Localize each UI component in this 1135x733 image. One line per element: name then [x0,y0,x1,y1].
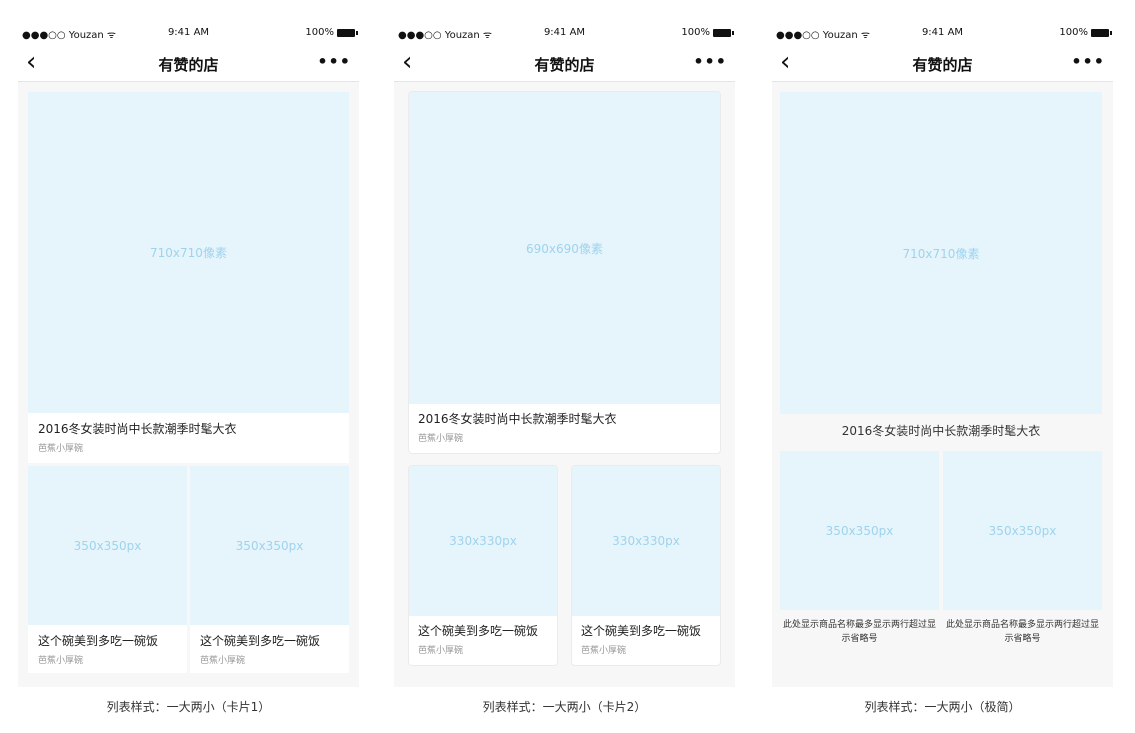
phone-mockup-minimal: ●●●○○ Youzan ᯤ 9:41 AM 100% ‹ 有赞的店 ••• 7… [772,22,1113,687]
product-info: 这个碗美到多吃一碗饭 芭蕉小厚碗 [28,625,187,673]
product-name: 这个碗美到多吃一碗饭 [581,624,702,638]
status-bar: ●●●○○ Youzan ᯤ 9:41 AM 100% [772,22,1113,44]
product-name: 此处显示商品名称最多显示两行超过显示省略号 [945,620,1099,644]
small-product-card[interactable]: 350x350px 这个碗美到多吃一碗饭 芭蕉小厚碗 [28,466,187,673]
status-bar: ●●●○○ Youzan ᯤ 9:41 AM 100% [18,22,359,44]
more-menu-icon[interactable]: ••• [317,52,351,71]
nav-bar: ‹ 有赞的店 ••• [772,44,1113,82]
product-name: 这个碗美到多吃一碗饭 [418,624,539,638]
small-product-card[interactable]: 350x350px 这个碗美到多吃一碗饭 芭蕉小厚碗 [190,466,349,673]
product-name: 这个碗美到多吃一碗饭 [200,634,321,648]
product-info: 2016冬女装时尚中长款潮季时髦大衣 芭蕉小厚碗 [28,413,349,463]
phone-mockup-card1: ●●●○○ Youzan ᯤ 9:41 AM 100% ‹ 有赞的店 ••• 7… [18,22,359,687]
big-product-card[interactable]: 710x710像素 2016冬女装时尚中长款潮季时髦大衣 [780,92,1102,439]
more-menu-icon[interactable]: ••• [1071,52,1105,71]
small-product-card[interactable]: 330x330px 这个碗美到多吃一碗饭 芭蕉小厚碗 [571,465,721,666]
product-image-placeholder: 330x330px [572,466,720,616]
product-image-placeholder: 350x350px [943,451,1102,610]
page-title: 有赞的店 [534,56,595,74]
battery-status: 100% [1059,27,1112,38]
shop-name: 芭蕉小厚碗 [418,434,464,444]
battery-icon [713,28,734,37]
page-title: 有赞的店 [158,56,219,74]
product-name: 2016冬女装时尚中长款潮季时髦大衣 [418,412,617,426]
product-name: 2016冬女装时尚中长款潮季时髦大衣 [841,424,1041,438]
shop-name: 芭蕉小厚碗 [38,656,84,666]
battery-icon [337,28,358,37]
page-title: 有赞的店 [912,56,973,74]
product-name: 2016冬女装时尚中长款潮季时髦大衣 [38,422,237,436]
status-bar: ●●●○○ Youzan ᯤ 9:41 AM 100% [394,22,735,44]
product-image-placeholder: 690x690像素 [409,92,720,404]
product-info: 这个碗美到多吃一碗饭 芭蕉小厚碗 [572,616,720,665]
battery-status: 100% [305,27,358,38]
big-product-card[interactable]: 690x690像素 2016冬女装时尚中长款潮季时髦大衣 芭蕉小厚碗 [408,91,721,454]
battery-icon [1091,28,1112,37]
small-product-card[interactable]: 350x350px 此处显示商品名称最多显示两行超过显示省略号 [943,451,1102,646]
product-info: 这个碗美到多吃一碗饭 芭蕉小厚碗 [409,616,557,665]
product-name: 这个碗美到多吃一碗饭 [38,634,159,648]
product-image-placeholder: 710x710像素 [780,92,1102,414]
style-label: 列表样式：一大两小（极简） [864,700,1021,714]
style-label: 列表样式：一大两小（卡片1） [106,700,271,714]
nav-bar: ‹ 有赞的店 ••• [18,44,359,82]
small-product-card[interactable]: 330x330px 这个碗美到多吃一碗饭 芭蕉小厚碗 [408,465,558,666]
shop-name: 芭蕉小厚碗 [200,656,246,666]
product-name: 此处显示商品名称最多显示两行超过显示省略号 [782,620,936,644]
product-image-placeholder: 330x330px [409,466,557,616]
product-image-placeholder: 710x710像素 [28,92,349,413]
product-info: 2016冬女装时尚中长款潮季时髦大衣 芭蕉小厚碗 [409,404,720,453]
small-product-row: 330x330px 这个碗美到多吃一碗饭 芭蕉小厚碗 330x330px 这个碗… [408,465,721,666]
small-product-row: 350x350px 这个碗美到多吃一碗饭 芭蕉小厚碗 350x350px 这个碗… [28,466,349,673]
small-product-row: 350x350px 此处显示商品名称最多显示两行超过显示省略号 350x350p… [780,451,1102,646]
product-image-placeholder: 350x350px [190,466,349,625]
battery-status: 100% [681,27,734,38]
shop-name: 芭蕉小厚碗 [418,646,464,656]
big-product-card[interactable]: 710x710像素 2016冬女装时尚中长款潮季时髦大衣 芭蕉小厚碗 [28,92,349,463]
phone-mockup-card2: ●●●○○ Youzan ᯤ 9:41 AM 100% ‹ 有赞的店 ••• 6… [394,22,735,687]
product-info: 这个碗美到多吃一碗饭 芭蕉小厚碗 [190,625,349,673]
small-product-card[interactable]: 350x350px 此处显示商品名称最多显示两行超过显示省略号 [780,451,939,646]
nav-bar: ‹ 有赞的店 ••• [394,44,735,82]
shop-name: 芭蕉小厚碗 [581,646,627,656]
product-image-placeholder: 350x350px [780,451,939,610]
product-image-placeholder: 350x350px [28,466,187,625]
style-label: 列表样式：一大两小（卡片2） [482,700,647,714]
shop-name: 芭蕉小厚碗 [38,444,84,454]
more-menu-icon[interactable]: ••• [693,52,727,71]
